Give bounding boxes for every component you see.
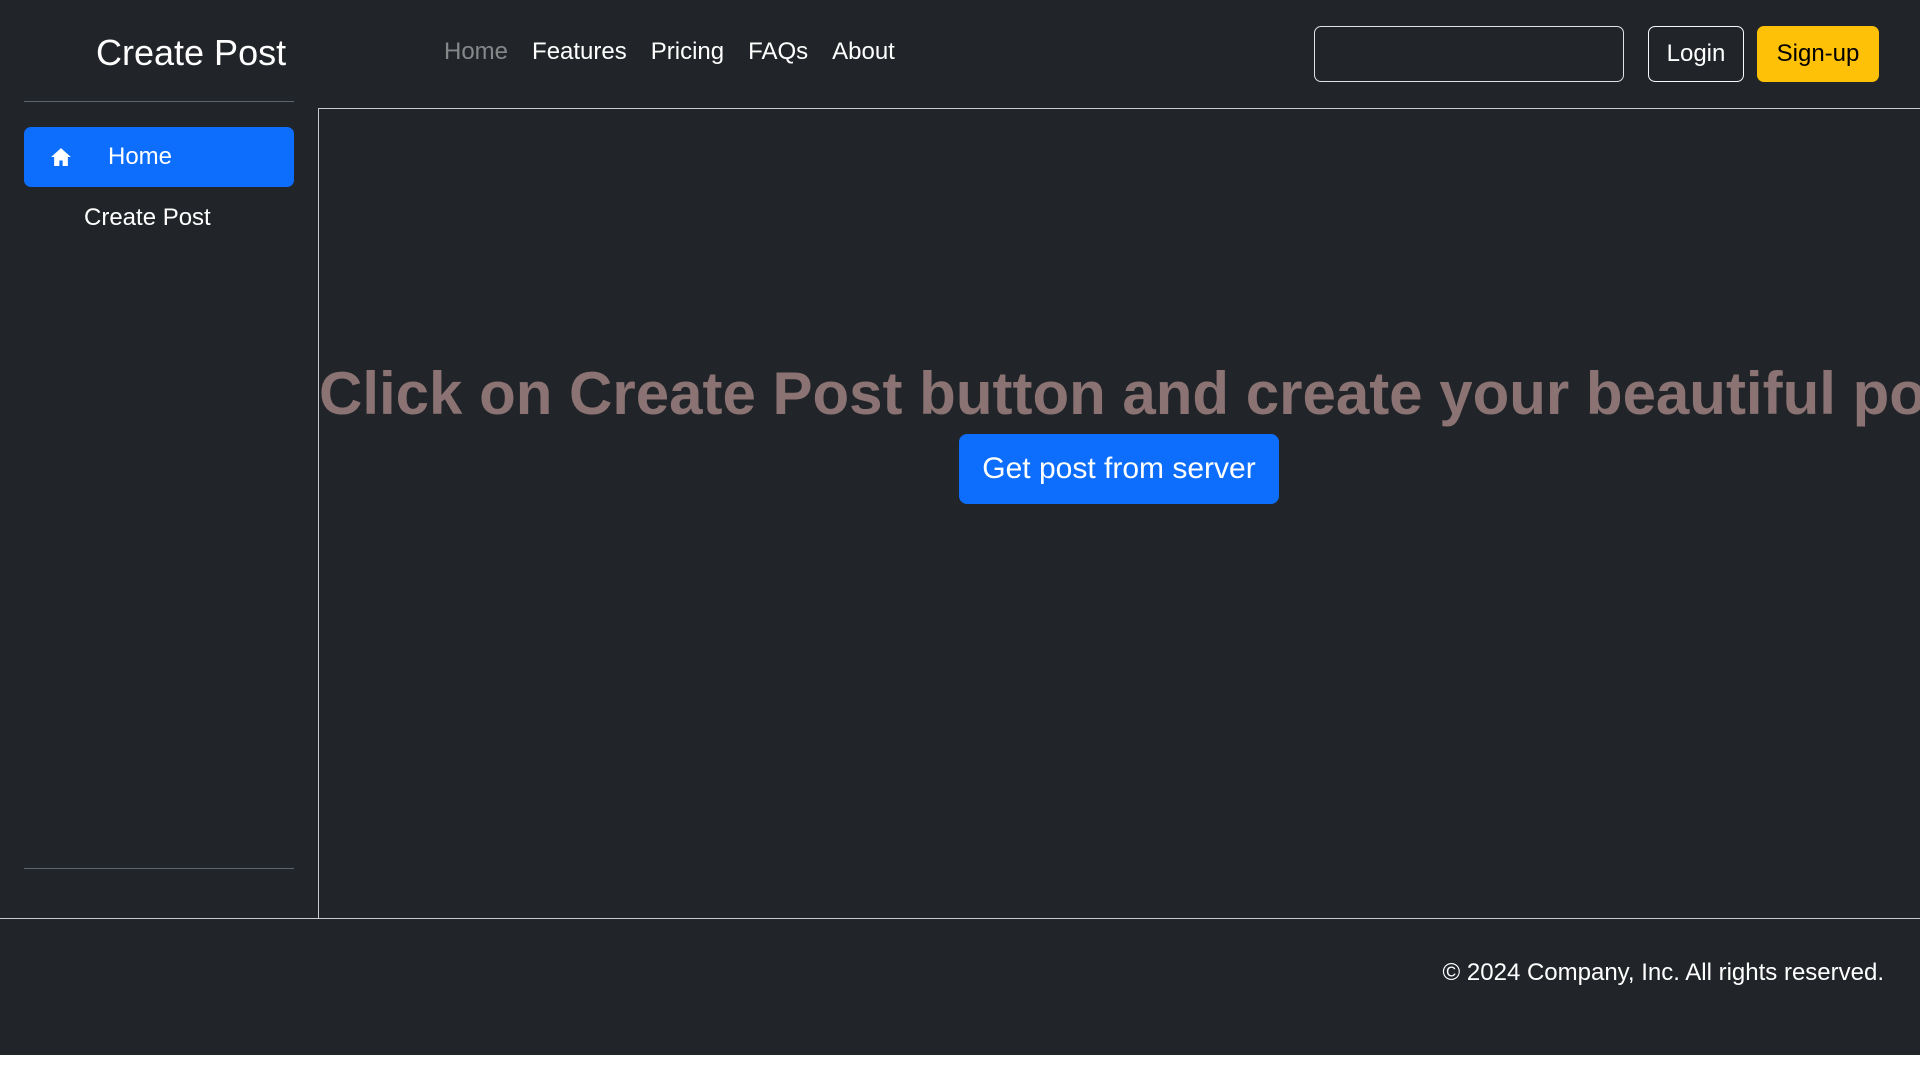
nav-link-faqs[interactable]: FAQs	[736, 38, 820, 74]
page-headline: Click on Create Post button and create y…	[319, 360, 1920, 427]
sidebar-item-label: Create Post	[84, 204, 211, 231]
nav-link-about[interactable]: About	[820, 38, 907, 74]
sidebar: Create Post Home Create Post	[0, 0, 318, 918]
home-icon	[50, 146, 72, 168]
main-content: Click on Create Post button and create y…	[318, 108, 1920, 918]
sidebar-item-create-post[interactable]: Create Post	[24, 188, 294, 248]
sidebar-divider-bottom	[24, 868, 294, 869]
footer-copyright: © 2024 Company, Inc. All rights reserved…	[1442, 959, 1884, 986]
nav-link-pricing[interactable]: Pricing	[639, 38, 736, 74]
nav-link-home[interactable]: Home	[432, 38, 520, 74]
sidebar-brand[interactable]: Create Post	[96, 32, 286, 74]
nav-link-features[interactable]: Features	[520, 38, 639, 74]
header-nav: Home Features Pricing FAQs About	[432, 38, 907, 74]
app-window: Create Post Home Create Post Home Featur…	[0, 0, 1920, 1055]
footer: © 2024 Company, Inc. All rights reserved…	[0, 918, 1920, 1055]
sidebar-item-home[interactable]: Home	[24, 127, 294, 187]
login-button[interactable]: Login	[1648, 26, 1744, 82]
signup-button[interactable]: Sign-up	[1757, 26, 1879, 82]
get-post-button[interactable]: Get post from server	[959, 434, 1279, 504]
sidebar-item-label: Home	[108, 143, 173, 170]
search-input[interactable]	[1314, 26, 1624, 82]
sidebar-divider-top	[24, 101, 294, 102]
